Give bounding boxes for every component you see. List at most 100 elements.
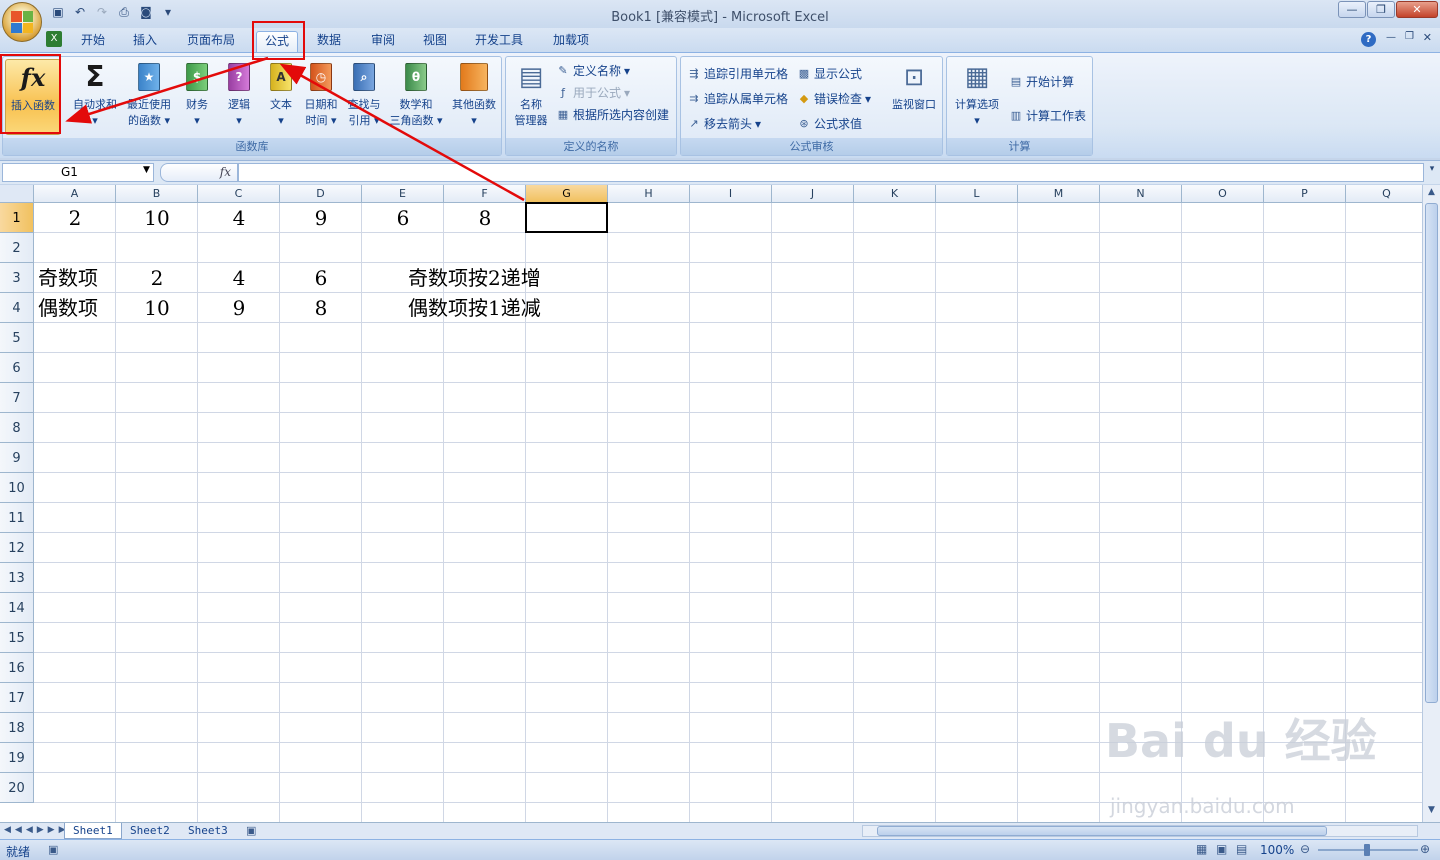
row-header-14[interactable]: 14 [0,593,34,623]
row-header-16[interactable]: 16 [0,653,34,683]
ribbon-minimize-icon[interactable]: — [1386,32,1396,43]
row-header-7[interactable]: 7 [0,383,34,413]
cell-d3[interactable]: 6 [280,263,362,293]
row-header-11[interactable]: 11 [0,503,34,533]
row-header-15[interactable]: 15 [0,623,34,653]
cell-e1[interactable]: 6 [362,203,444,233]
scroll-up-icon[interactable]: ▲ [1425,187,1438,201]
watch-window-button[interactable]: ⊡ 监视窗口 [887,59,941,113]
vertical-scroll-thumb[interactable] [1425,203,1438,703]
tab-addins[interactable]: 加载项 [544,31,598,52]
scroll-down-icon[interactable]: ▼ [1425,805,1438,819]
tab-review[interactable]: 审阅 [362,31,404,52]
row-header-1[interactable]: 1 [0,203,34,233]
restore-button[interactable]: ❐ [1367,1,1395,18]
column-header-k[interactable]: K [854,185,936,203]
zoom-in-icon[interactable]: ⊕ [1420,842,1430,856]
cell-a3[interactable]: 奇数项 [38,263,98,293]
column-header-a[interactable]: A [34,185,116,203]
financial-button[interactable]: $ 财务 ▾ [179,59,215,129]
cell-a4[interactable]: 偶数项 [38,293,98,323]
recent-functions-button[interactable]: ★ 最近使用 的函数 ▾ [123,59,175,129]
trace-precedents-button[interactable]: ⇶ 追踪引用单元格 [687,65,788,82]
office-button[interactable] [2,2,42,42]
row-header-17[interactable]: 17 [0,683,34,713]
more-functions-button[interactable]: 其他函数 ▾ [447,59,501,129]
page-layout-view-icon[interactable]: ▣ [1216,842,1227,856]
cell-c3[interactable]: 4 [198,263,280,293]
text-button[interactable]: A 文本 ▾ [263,59,299,129]
row-header-19[interactable]: 19 [0,743,34,773]
error-checking-button[interactable]: ◆ 错误检查 ▾ [797,90,871,107]
name-box-dropdown-icon[interactable]: ▼ [143,165,150,175]
evaluate-formula-button[interactable]: ⊛ 公式求值 [797,115,862,132]
show-formulas-button[interactable]: ▩ 显示公式 [797,65,862,82]
column-header-m[interactable]: M [1018,185,1100,203]
page-break-view-icon[interactable]: ▤ [1236,842,1247,856]
help-icon[interactable]: ? [1361,32,1376,47]
tab-view[interactable]: 视图 [414,31,456,52]
row-header-18[interactable]: 18 [0,713,34,743]
lookup-button[interactable]: ⌕ 查找与 引用 ▾ [343,59,385,129]
column-header-l[interactable]: L [936,185,1018,203]
row-header-3[interactable]: 3 [0,263,34,293]
cell-d1[interactable]: 9 [280,203,362,233]
cell-b3[interactable]: 2 [116,263,198,293]
row-header-6[interactable]: 6 [0,353,34,383]
insert-function-fx-button[interactable]: fx [160,163,238,182]
column-header-h[interactable]: H [608,185,690,203]
active-cell-g1[interactable] [525,202,608,233]
calc-now-button[interactable]: ▤ 开始计算 [1009,73,1074,90]
vertical-scrollbar[interactable]: ▲ ▼ [1422,185,1440,822]
tab-insert[interactable]: 插入 [124,31,166,52]
column-header-j[interactable]: J [772,185,854,203]
column-header-c[interactable]: C [198,185,280,203]
trace-dependents-button[interactable]: ⇉ 追踪从属单元格 [687,90,788,107]
cell-c1[interactable]: 4 [198,203,280,233]
insert-sheet-icon[interactable]: ▣ [246,824,256,837]
logical-button[interactable]: ? 逻辑 ▾ [221,59,257,129]
ribbon-restore-icon[interactable]: ❐ [1405,31,1414,42]
row-header-5[interactable]: 5 [0,323,34,353]
workbook-close-icon[interactable]: ✕ [1423,31,1432,44]
row-header-2[interactable]: 2 [0,233,34,263]
cell-e3[interactable]: 奇数项按2递增 [408,263,541,293]
remove-arrows-button[interactable]: ↗ 移去箭头 ▾ [687,115,761,132]
zoom-level[interactable]: 100% [1260,843,1294,857]
zoom-out-icon[interactable]: ⊖ [1300,842,1310,856]
row-header-13[interactable]: 13 [0,563,34,593]
macro-record-icon[interactable]: ▣ [48,843,58,856]
sheet-tab-2[interactable]: Sheet2 [122,823,178,839]
cell-d4[interactable]: 8 [280,293,362,323]
row-header-9[interactable]: 9 [0,443,34,473]
select-all-corner[interactable] [0,185,34,203]
zoom-slider-handle[interactable] [1364,844,1370,856]
cell-b1[interactable]: 10 [116,203,198,233]
horizontal-scrollbar[interactable] [862,825,1418,837]
sheet-nav-icons[interactable]: ◀◀◀▶▶▶ [4,825,70,835]
sheet-tab-1[interactable]: Sheet1 [64,823,122,839]
normal-view-icon[interactable]: ▦ [1196,842,1207,856]
column-header-i[interactable]: I [690,185,772,203]
row-header-8[interactable]: 8 [0,413,34,443]
cell-f1[interactable]: 8 [444,203,526,233]
name-box[interactable]: G1 [2,163,154,182]
cell-b4[interactable]: 10 [116,293,198,323]
calc-options-button[interactable]: ▦ 计算选项 ▾ [949,59,1005,129]
row-header-12[interactable]: 12 [0,533,34,563]
datetime-button[interactable]: ◷ 日期和 时间 ▾ [301,59,341,129]
column-header-p[interactable]: P [1264,185,1346,203]
minimize-button[interactable]: — [1338,1,1366,18]
name-manager-button[interactable]: ▤ 名称 管理器 [508,59,554,129]
column-header-e[interactable]: E [362,185,444,203]
close-button[interactable]: ✕ [1396,1,1438,18]
autosum-button[interactable]: Σ 自动求和 ▾ [69,59,121,129]
column-header-b[interactable]: B [116,185,198,203]
define-name-button[interactable]: ✎ 定义名称 ▾ [556,62,630,79]
column-header-n[interactable]: N [1100,185,1182,203]
math-trig-button[interactable]: θ 数学和 三角函数 ▾ [387,59,445,129]
row-header-4[interactable]: 4 [0,293,34,323]
formula-input[interactable] [238,163,1424,182]
column-header-g[interactable]: G [526,185,608,203]
sheet-tab-3[interactable]: Sheet3 [180,823,236,839]
